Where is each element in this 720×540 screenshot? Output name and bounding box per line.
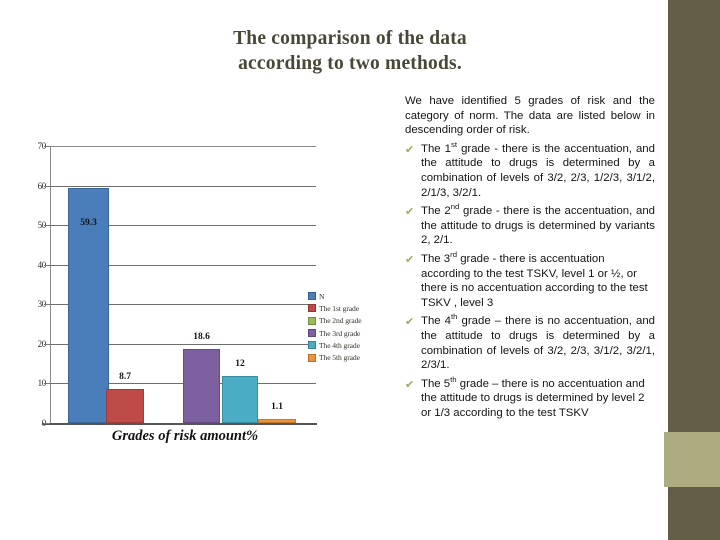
y-axis-tickmark bbox=[44, 146, 50, 147]
bar-value-label: 1.1 bbox=[271, 401, 283, 412]
x-axis-line bbox=[42, 423, 317, 425]
legend-item: N bbox=[308, 290, 384, 302]
bullet-text: The 1st grade - there is the accentuatio… bbox=[421, 139, 655, 199]
checkmark-icon: ✔ bbox=[405, 316, 415, 329]
bullet-item: ✔ The 3rd grade - there is accentuation a… bbox=[405, 250, 655, 310]
decorative-sidebar-accent bbox=[664, 432, 720, 487]
legend-swatch-icon bbox=[308, 353, 316, 362]
legend-swatch-icon bbox=[308, 292, 316, 301]
y-axis-tickmark bbox=[44, 423, 50, 424]
page-title-line-2: according to two methods. bbox=[238, 53, 462, 74]
chart-bar bbox=[106, 388, 144, 423]
checkmark-icon: ✔ bbox=[405, 206, 415, 219]
gridline bbox=[50, 146, 316, 147]
chart-legend: N The 1st grade The 2nd grade The 3rd grade… bbox=[308, 290, 384, 364]
x-axis-title: Grades of risk amount% bbox=[111, 428, 259, 444]
intro-paragraph: We have identified 5 grades of risk and … bbox=[405, 95, 655, 137]
bullet-text: The 4th grade – there is no accentuation… bbox=[421, 312, 655, 372]
legend-item: The 2nd grade bbox=[308, 315, 384, 327]
bar-value-label: 59.3 bbox=[80, 218, 97, 229]
bar-value-label: 12 bbox=[235, 358, 245, 369]
y-axis-tickmark bbox=[44, 185, 50, 187]
legend-item: The 1st grade bbox=[308, 302, 384, 314]
legend-item: The 3rd grade bbox=[308, 327, 384, 339]
chart-bar bbox=[222, 375, 258, 423]
y-axis-tickmark bbox=[44, 383, 50, 385]
checkmark-icon: ✔ bbox=[405, 253, 415, 266]
gridline bbox=[50, 185, 316, 187]
y-axis-tickmark bbox=[44, 225, 50, 227]
decorative-sidebar-top bbox=[668, 0, 720, 432]
bullet-item: ✔ The 2nd grade - there is the accentuati… bbox=[405, 202, 655, 248]
bullet-item: ✔ The 1st grade - there is the accentuati… bbox=[405, 139, 655, 200]
bullet-text: The 2nd grade - there is the accentuatio… bbox=[421, 202, 655, 247]
decorative-sidebar-bottom bbox=[668, 487, 720, 540]
y-axis-tickmark bbox=[44, 264, 50, 266]
chart-bar bbox=[183, 349, 220, 423]
bar-value-label: 18.6 bbox=[193, 332, 210, 343]
bullet-item: ✔ The 5th grade – there is no accentuatio… bbox=[405, 374, 655, 421]
legend-label: The 2nd grade bbox=[319, 316, 362, 326]
y-axis-tickmark bbox=[44, 343, 50, 345]
legend-label: The 4th grade bbox=[319, 340, 360, 350]
bar-value-label: 8.7 bbox=[119, 371, 131, 382]
bullet-item: ✔ The 4th grade – there is no accentuatio… bbox=[405, 312, 655, 372]
legend-label: N bbox=[319, 291, 325, 301]
legend-swatch-icon bbox=[308, 341, 316, 350]
page-title: The comparison of the data according to … bbox=[110, 26, 590, 76]
legend-label: The 5th grade bbox=[319, 353, 360, 363]
bullet-text: The 5th grade – there is no accentuation… bbox=[421, 374, 645, 419]
legend-swatch-icon bbox=[308, 316, 316, 325]
legend-item: The 5th grade bbox=[308, 351, 384, 363]
y-axis-tickmark bbox=[44, 304, 50, 306]
text-panel: We have identified 5 grades of risk and … bbox=[405, 94, 655, 420]
bullet-list: ✔ The 1st grade - there is the accentuati… bbox=[405, 139, 655, 421]
checkmark-icon: ✔ bbox=[405, 143, 415, 156]
page-title-line-1: The comparison of the data bbox=[233, 28, 467, 49]
bullet-text: The 3rd grade - there is accentuation ac… bbox=[421, 250, 648, 309]
legend-item: The 4th grade bbox=[308, 339, 384, 351]
legend-label: The 3rd grade bbox=[319, 328, 361, 338]
legend-swatch-icon bbox=[308, 329, 316, 338]
chart-plot-area: 59.3 8.7 18.6 12 1.1 bbox=[50, 146, 316, 423]
legend-label: The 1st grade bbox=[319, 303, 360, 313]
legend-swatch-icon bbox=[308, 304, 316, 313]
bar-chart: 0 10 20 30 40 50 60 70 59.3 8.7 18.6 12 1.1 Grades … bbox=[0, 110, 362, 460]
checkmark-icon: ✔ bbox=[405, 378, 415, 391]
y-axis-tick-labels: 0 10 20 30 40 50 60 70 bbox=[20, 110, 47, 460]
